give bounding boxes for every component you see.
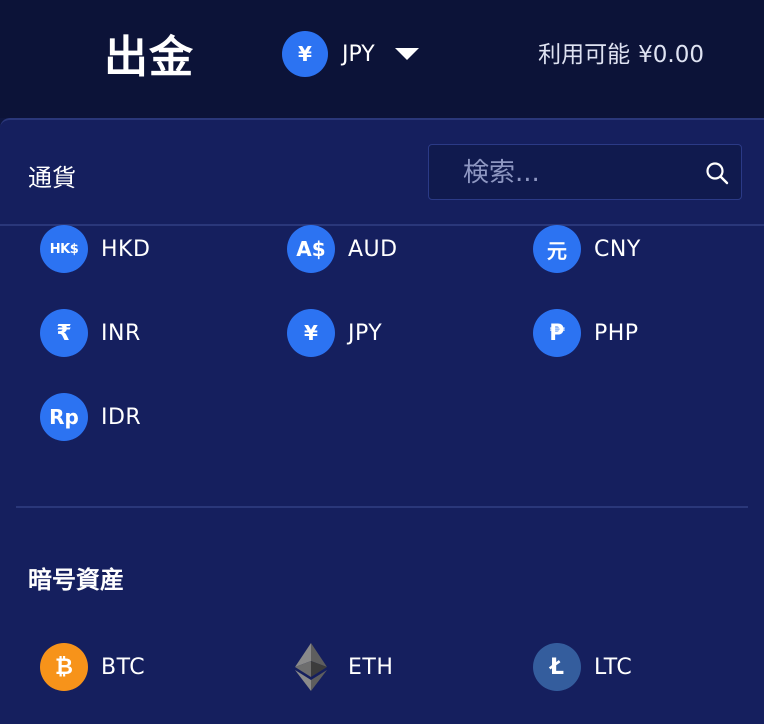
- currency-option-aud[interactable]: A$ AUD: [287, 225, 398, 273]
- search-input[interactable]: [461, 153, 695, 193]
- currency-option-btc[interactable]: ₿ BTC: [40, 643, 145, 691]
- caret-down-icon: [394, 48, 419, 60]
- currency-option-ltc[interactable]: Ł LTC: [533, 643, 632, 691]
- hkd-icon: HK$: [40, 225, 88, 273]
- currency-code: HKD: [101, 236, 151, 262]
- search-box[interactable]: [428, 144, 742, 200]
- balance-label: 利用可能: [538, 42, 631, 68]
- currency-option-hkd[interactable]: HK$ HKD: [40, 225, 150, 273]
- idr-icon: Rp: [40, 393, 88, 441]
- header: 出金 ¥ JPY 利用可能 ¥0.00: [0, 0, 764, 118]
- divider: [16, 506, 748, 508]
- page-title: 出金: [104, 32, 194, 83]
- currency-option-idr[interactable]: Rp IDR: [40, 393, 141, 441]
- currency-dropdown: 通貨 HK$ HKD A$ AUD 元 CNY ₹ INR ¥ JPY ₱ PH…: [0, 118, 764, 724]
- currency-code: LTC: [594, 654, 633, 680]
- balance-amount: ¥0.00: [638, 42, 704, 68]
- currency-selector[interactable]: ¥ JPY: [282, 31, 419, 77]
- search-icon[interactable]: [705, 161, 729, 185]
- currency-code: CNY: [594, 236, 641, 262]
- crypto-section-label: 暗号資産: [28, 566, 124, 594]
- cny-icon: 元: [533, 225, 581, 273]
- currency-code: ETH: [348, 654, 394, 680]
- bitcoin-icon: ₿: [40, 643, 88, 691]
- ethereum-icon: [287, 643, 335, 691]
- currency-code: PHP: [594, 320, 639, 346]
- inr-icon: ₹: [40, 309, 88, 357]
- aud-icon: A$: [287, 225, 335, 273]
- selected-currency-code: JPY: [342, 41, 375, 67]
- currency-option-php[interactable]: ₱ PHP: [533, 309, 639, 357]
- currency-code: AUD: [348, 236, 398, 262]
- php-icon: ₱: [533, 309, 581, 357]
- yen-icon: ¥: [282, 31, 328, 77]
- currency-option-eth[interactable]: ETH: [287, 643, 393, 691]
- currency-option-cny[interactable]: 元 CNY: [533, 225, 641, 273]
- currency-code: IDR: [101, 404, 142, 430]
- currency-option-jpy[interactable]: ¥ JPY: [287, 309, 382, 357]
- currency-option-inr[interactable]: ₹ INR: [40, 309, 141, 357]
- currency-code: BTC: [101, 654, 146, 680]
- fiat-section-label: 通貨: [28, 164, 76, 192]
- yen-icon: ¥: [287, 309, 335, 357]
- available-balance: 利用可能 ¥0.00: [538, 38, 704, 72]
- currency-code: JPY: [348, 320, 383, 346]
- litecoin-icon: Ł: [533, 643, 581, 691]
- currency-code: INR: [101, 320, 141, 346]
